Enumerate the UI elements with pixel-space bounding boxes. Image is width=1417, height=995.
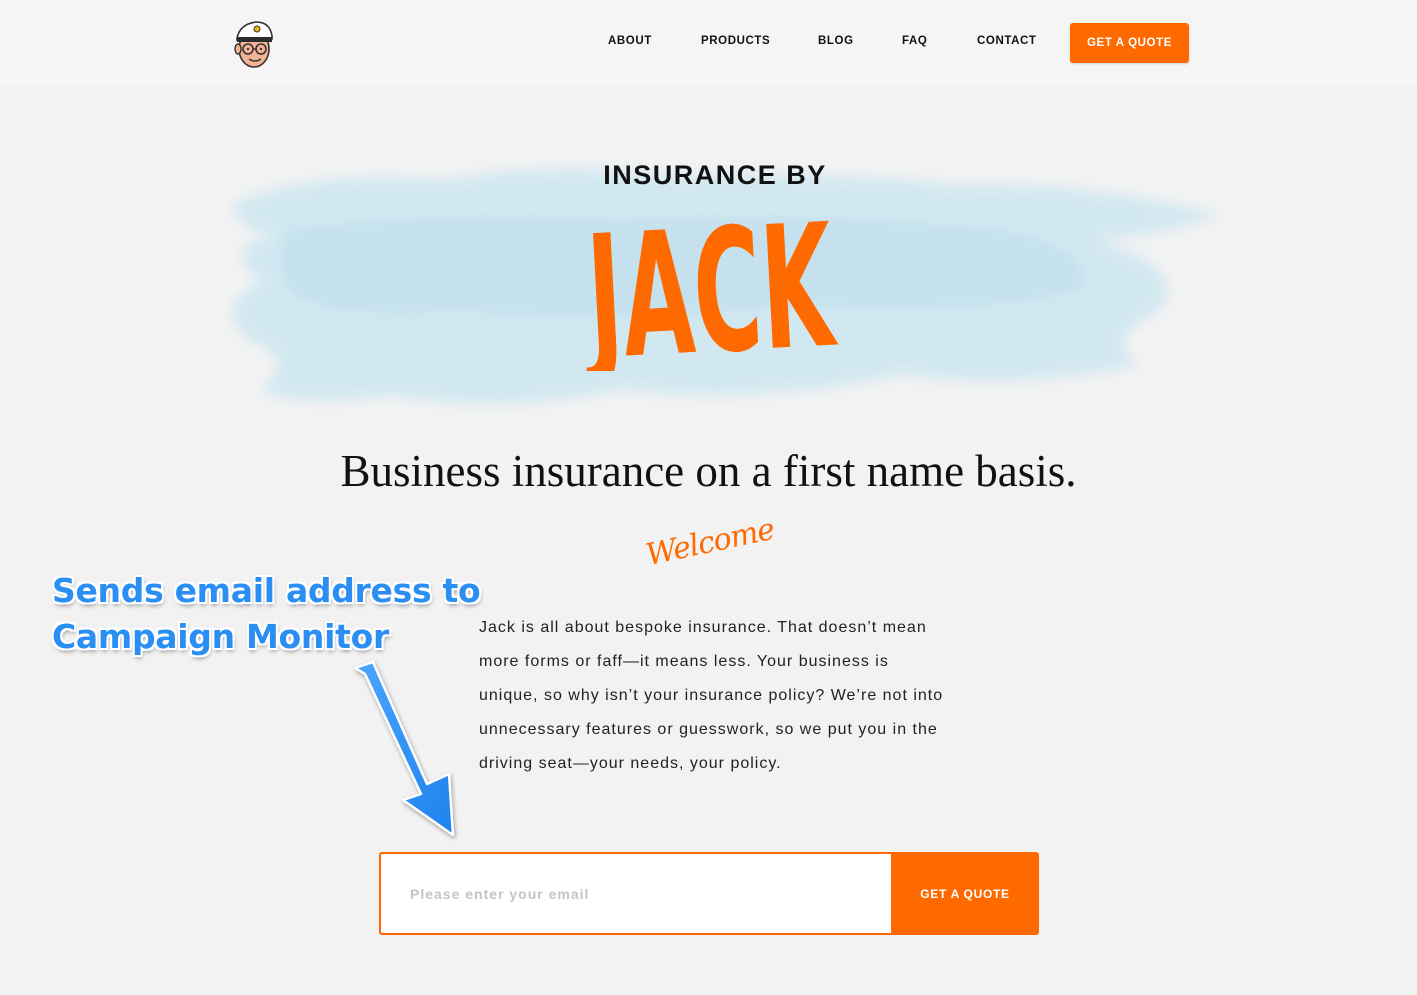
hero-headline: Business insurance on a first name basis… — [340, 446, 1077, 496]
sailor-mascot-logo-icon[interactable] — [230, 16, 276, 70]
email-signup-form: GET A QUOTE — [379, 852, 1039, 935]
brand-wordmark-jack: JACK — [577, 188, 840, 371]
nav-link-faq[interactable]: FAQ — [902, 35, 927, 47]
nav-link-about[interactable]: ABOUT — [608, 35, 652, 47]
form-get-a-quote-button[interactable]: GET A QUOTE — [891, 852, 1039, 935]
intro-paragraph: Jack is all about bespoke insurance. Tha… — [479, 619, 944, 772]
nav-link-contact[interactable]: CONTACT — [977, 35, 1037, 47]
annotation-arrow-icon — [353, 660, 455, 837]
annotation-line-2: Campaign Monitor — [52, 617, 389, 656]
top-navigation: ABOUT PRODUCTS BLOG FAQ CONTACT GET A QU… — [0, 0, 1417, 86]
nav-get-a-quote-button[interactable]: GET A QUOTE — [1070, 23, 1189, 63]
email-input[interactable] — [379, 852, 891, 935]
annotation-callout: Sends email address to Campaign Monitor — [52, 568, 481, 660]
welcome-script-label: Welcome — [642, 511, 778, 574]
brand-name-text: JACK — [577, 188, 840, 371]
annotation-line-1: Sends email address to — [52, 571, 481, 610]
nav-link-products[interactable]: PRODUCTS — [701, 35, 770, 47]
nav-link-blog[interactable]: BLOG — [818, 35, 854, 47]
